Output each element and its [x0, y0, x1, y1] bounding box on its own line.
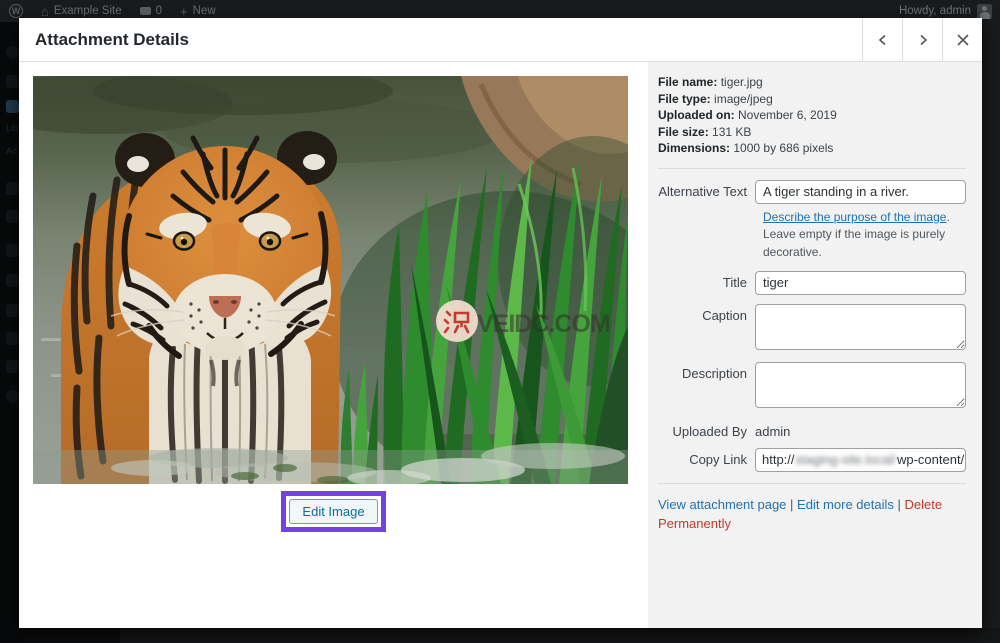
attachment-details-sidebar: File name: tiger.jpg File type: image/jp…	[648, 62, 982, 628]
media-add-label: Ad	[6, 146, 18, 156]
plus-icon: +	[180, 3, 188, 19]
home-icon: ⌂	[41, 3, 49, 19]
copy-link-redacted: staging-site.local/	[795, 452, 896, 468]
dashboard-icon	[6, 46, 19, 59]
title-label: Title	[722, 274, 747, 290]
chevron-left-icon	[878, 34, 886, 45]
caption-row: Caption	[658, 303, 966, 353]
collapse-menu-icon	[6, 390, 19, 403]
file-type-row: File type: image/jpeg	[658, 91, 773, 106]
comments-icon	[139, 7, 151, 15]
alt-text-label: Alternative Text	[658, 183, 747, 199]
comments-count: 0	[155, 5, 163, 17]
previous-attachment-button[interactable]	[862, 18, 902, 61]
tools-icon	[6, 332, 19, 345]
settings-icon	[6, 360, 19, 373]
alt-text-row: Alternative Text	[658, 179, 966, 204]
copy-link-row: Copy Link http://staging-site.local/wp-c…	[658, 447, 966, 472]
dimensions-row: Dimensions: 1000 by 686 pixels	[658, 141, 834, 156]
alt-text-input[interactable]	[755, 179, 966, 204]
file-name-row: File name: tiger.jpg	[658, 75, 763, 89]
media-library-label: Lib	[6, 123, 19, 133]
users-icon	[6, 304, 19, 317]
overlay-backdrop-right	[982, 22, 1000, 643]
description-label: Description	[681, 365, 747, 381]
view-attachment-page-link[interactable]: View attachment page	[658, 497, 786, 512]
appearance-icon	[6, 244, 19, 257]
file-size-row: File size: 131 KB	[658, 124, 752, 139]
close-modal-button[interactable]	[942, 18, 982, 61]
site-name-label: Example Site	[53, 5, 122, 17]
edit-image-button[interactable]: Edit Image	[289, 499, 378, 524]
copy-link-prefix: http://	[762, 452, 795, 468]
comments-menu-icon	[6, 210, 19, 223]
media-icon	[6, 100, 19, 113]
next-attachment-button[interactable]	[902, 18, 942, 61]
tiger-photo: VEIDC.COM	[33, 76, 628, 484]
edit-image-highlight-annotation: Edit Image	[281, 491, 386, 532]
posts-icon	[6, 75, 19, 88]
caption-textarea[interactable]	[755, 303, 966, 350]
user-avatar	[977, 3, 992, 19]
file-meta-block: File name: tiger.jpg File type: image/jp…	[658, 74, 966, 157]
attachment-preview-pane: VEIDC.COM Edit Image	[19, 62, 648, 628]
description-row: Description	[658, 361, 966, 411]
overlay-backdrop-bottom	[120, 628, 1000, 643]
title-row: Title	[658, 270, 966, 295]
new-label: New	[192, 5, 216, 17]
caption-label: Caption	[702, 307, 747, 323]
account-menu[interactable]: Howdy, admin	[898, 3, 1000, 19]
pages-icon	[6, 182, 19, 195]
uploaded-by-row: Uploaded By admin	[658, 420, 966, 439]
chevron-right-icon	[919, 34, 927, 45]
copy-link-suffix: wp-content/u	[896, 452, 966, 468]
uploaded-by-value: admin	[755, 423, 791, 439]
wordpress-logo-icon: W	[9, 4, 23, 18]
title-input[interactable]	[755, 270, 966, 295]
howdy-label: Howdy, admin	[898, 5, 971, 17]
modal-title: Attachment Details	[35, 29, 189, 49]
modal-header: Attachment Details	[19, 18, 982, 62]
uploaded-by-label: Uploaded By	[672, 423, 747, 439]
divider	[658, 167, 966, 169]
uploaded-on-row: Uploaded on: November 6, 2019	[658, 108, 837, 123]
svg-text:VEIDC.COM: VEIDC.COM	[477, 310, 610, 338]
attachment-details-modal: Attachment Details VEIDC.COM Edit Image …	[19, 18, 982, 628]
attachment-actions: View attachment page | Edit more details…	[658, 496, 943, 532]
edit-more-details-link[interactable]: Edit more details	[797, 497, 894, 512]
copy-link-label: Copy Link	[689, 451, 747, 467]
copy-link-field[interactable]: http://staging-site.local/wp-content/u	[755, 447, 966, 472]
close-icon	[956, 33, 969, 46]
description-textarea[interactable]	[755, 361, 966, 408]
alt-text-help: Describe the purpose of the image. Leave…	[763, 209, 950, 259]
divider	[658, 482, 966, 484]
plugins-icon	[6, 274, 19, 287]
describe-purpose-link[interactable]: Describe the purpose of the image	[763, 210, 946, 224]
